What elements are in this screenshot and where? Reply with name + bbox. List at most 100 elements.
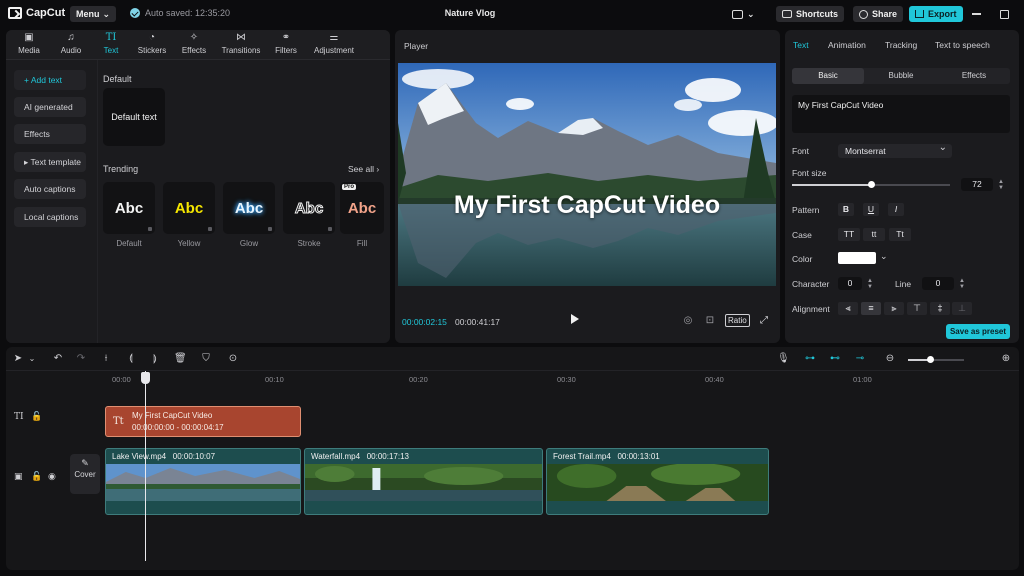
lock-icon[interactable]: 🔓 xyxy=(31,471,42,482)
playhead-handle[interactable] xyxy=(141,372,150,384)
tab-media[interactable]: ▣ Media xyxy=(8,32,50,55)
maximize-button[interactable] xyxy=(996,6,1012,22)
slider-knob[interactable] xyxy=(868,181,875,188)
character-stepper[interactable]: ▲ ▼ xyxy=(864,277,874,290)
video-caption-overlay[interactable]: My First CapCut Video xyxy=(398,191,776,220)
align-right-icon[interactable]: ⫸ xyxy=(884,302,904,315)
font-size-stepper[interactable]: ▲ ▼ xyxy=(995,178,1005,191)
add-text-item[interactable]: + Add text xyxy=(14,70,86,90)
prop-tab-animation[interactable]: Animation xyxy=(828,40,866,50)
text-content-field[interactable]: My First CapCut Video xyxy=(792,95,1010,133)
underline-button[interactable]: U xyxy=(863,203,879,216)
align-bottom-icon[interactable]: ⊥ xyxy=(952,302,972,315)
delete-icon[interactable]: 🗑 xyxy=(174,353,187,365)
font-size-slider[interactable] xyxy=(792,181,950,188)
line-spacing-input[interactable]: 0 xyxy=(922,277,954,290)
layout-button[interactable]: ⌄ xyxy=(728,6,759,22)
video-preview[interactable]: My First CapCut Video xyxy=(398,63,776,286)
shortcuts-button[interactable]: Shortcuts xyxy=(776,6,845,22)
text-clip[interactable]: Tt My First CapCut Video 00:00:00:00 - 0… xyxy=(105,406,301,437)
case-upper-button[interactable]: TT xyxy=(838,228,860,241)
bold-button[interactable]: B xyxy=(838,203,854,216)
style-card-yellow[interactable]: Abc xyxy=(163,182,215,234)
magnet-link-icon[interactable]: ⊶ xyxy=(804,353,816,365)
style-card-glow[interactable]: Abc xyxy=(223,182,275,234)
see-all-link[interactable]: See all › xyxy=(348,164,379,174)
microphone-icon[interactable]: 🎙 xyxy=(777,353,790,365)
save-as-preset-button[interactable]: Save as preset xyxy=(946,324,1010,339)
freeze-frame-icon[interactable]: ⊙ xyxy=(227,353,239,365)
preview-axis-icon[interactable]: ⊸ xyxy=(854,353,866,365)
target-icon[interactable]: ◎ xyxy=(681,314,695,328)
tab-transitions[interactable]: ⋈ Transitions xyxy=(218,32,264,55)
eye-icon[interactable]: ◉ xyxy=(48,471,56,482)
zoom-in-icon[interactable]: ⊕ xyxy=(1000,353,1012,365)
prop-tab-text-to-speech[interactable]: Text to speech xyxy=(935,40,990,50)
align-middle-icon[interactable]: ‡ xyxy=(930,302,950,315)
align-left-icon[interactable]: ⫷ xyxy=(838,302,858,315)
text-template-item[interactable]: ▸ Text template xyxy=(14,152,86,172)
style-sample: Abc xyxy=(234,199,264,217)
default-text-card[interactable]: Default text xyxy=(103,88,165,146)
split-right-icon[interactable]: ⟭ xyxy=(149,353,161,365)
tab-filters[interactable]: ⚭ Filters xyxy=(265,32,307,55)
auto-captions-item[interactable]: Auto captions xyxy=(14,179,86,199)
stepper-down-icon: ▼ xyxy=(959,284,965,290)
chevron-down-icon[interactable]: ⌄ xyxy=(880,251,888,262)
align-center-icon[interactable]: ≡ xyxy=(861,302,881,315)
snap-icon[interactable]: ⊷ xyxy=(829,353,841,365)
shield-icon[interactable]: ⛉ xyxy=(200,353,212,365)
ratio-button[interactable]: Ratio xyxy=(725,314,750,327)
prop-tab-tracking[interactable]: Tracking xyxy=(885,40,917,50)
split-left-icon[interactable]: ⟬ xyxy=(125,353,137,365)
timeline-zoom-slider[interactable] xyxy=(908,356,964,363)
undo-icon[interactable]: ↶ xyxy=(52,353,64,365)
maximize-icon xyxy=(999,9,1009,19)
tab-stickers[interactable]: ◔ Stickers xyxy=(131,32,173,55)
video-clip-forest-trail[interactable]: Forest Trail.mp4 00:00:13:01 xyxy=(546,448,769,515)
case-lower-button[interactable]: tt xyxy=(863,228,885,241)
align-top-icon[interactable]: ⊤ xyxy=(907,302,927,315)
tab-adjustment[interactable]: ⚌ Adjustment xyxy=(311,32,357,55)
effects-item[interactable]: Effects xyxy=(14,124,86,144)
segment-effects[interactable]: Effects xyxy=(938,68,1010,84)
style-card-fill[interactable]: Pro Abc xyxy=(340,182,384,234)
local-captions-item[interactable]: Local captions xyxy=(14,207,86,227)
menu-button[interactable]: Menu ⌄ xyxy=(70,6,117,22)
cover-button[interactable]: ✎ Cover xyxy=(70,454,100,494)
zoom-knob[interactable] xyxy=(927,356,935,363)
font-size-input[interactable]: 72 xyxy=(961,178,993,191)
case-title-button[interactable]: Tt xyxy=(889,228,911,241)
lock-icon[interactable]: 🔓 xyxy=(31,411,42,422)
prop-tab-text[interactable]: Text xyxy=(793,40,809,50)
tab-text[interactable]: TI Text xyxy=(90,32,132,55)
minimize-button[interactable] xyxy=(968,6,984,22)
project-title[interactable]: Nature Vlog xyxy=(400,8,540,18)
video-clip-lake-view[interactable]: Lake View.mp4 00:00:10:07 xyxy=(105,448,301,515)
ai-generated-item[interactable]: AI generated xyxy=(14,97,86,117)
clip-label: Waterfall.mp4 00:00:17:13 xyxy=(311,452,409,461)
italic-button[interactable]: I xyxy=(888,203,904,216)
video-clip-waterfall[interactable]: Waterfall.mp4 00:00:17:13 xyxy=(304,448,543,515)
playhead-line[interactable] xyxy=(145,371,146,561)
share-button[interactable]: Share xyxy=(853,6,904,22)
redo-icon[interactable]: ↷ xyxy=(75,353,87,365)
style-card-stroke[interactable]: Abc xyxy=(283,182,335,234)
font-select[interactable]: Montserrat xyxy=(838,141,952,158)
tab-audio[interactable]: ♫ Audio xyxy=(50,32,92,55)
segment-bubble[interactable]: Bubble xyxy=(865,68,937,84)
style-card-default[interactable]: Abc xyxy=(103,182,155,234)
select-cursor-icon[interactable]: ➤ xyxy=(12,353,24,365)
play-icon[interactable] xyxy=(571,314,579,324)
export-button[interactable]: Export xyxy=(909,6,963,22)
character-spacing-input[interactable]: 0 xyxy=(838,277,862,290)
zoom-out-icon[interactable]: ⊖ xyxy=(884,353,896,365)
fullscreen-icon[interactable]: ⤢ xyxy=(757,314,771,328)
color-swatch[interactable] xyxy=(838,252,876,264)
snapshot-icon[interactable]: ⊡ xyxy=(703,314,717,328)
segment-basic[interactable]: Basic xyxy=(792,68,864,84)
chevron-down-icon[interactable]: ⌄ xyxy=(26,353,38,365)
line-stepper[interactable]: ▲ ▼ xyxy=(956,277,966,290)
split-icon[interactable]: ⟊ xyxy=(100,353,112,365)
tab-effects[interactable]: ✧ Effects xyxy=(173,32,215,55)
